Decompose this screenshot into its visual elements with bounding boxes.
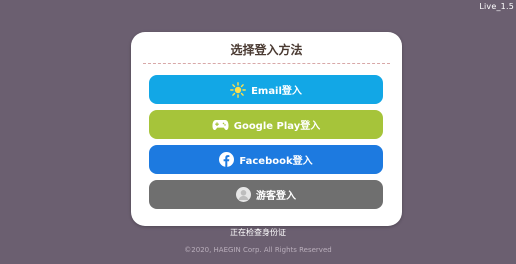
email-login-label: Email登入	[251, 86, 302, 97]
guest-login-label: 游客登入	[256, 191, 296, 202]
status-text: 正在检查身份证	[230, 228, 286, 237]
copyright-text: ©2020, HAEGIN Corp. All Rights Reserved	[184, 246, 332, 254]
dialog-title: 选择登入方法	[230, 43, 303, 57]
version-label: Live_1.5	[479, 2, 514, 11]
email-login-button[interactable]: Email登入	[149, 75, 383, 104]
facebook-login-button[interactable]: Facebook登入	[149, 145, 383, 174]
facebook-icon	[219, 152, 235, 167]
guest-avatar-icon	[236, 187, 251, 202]
guest-login-button[interactable]: 游客登入	[149, 180, 383, 209]
login-method-dialog: 选择登入方法 Email登入 Google Play登入 Facebook登入 …	[131, 32, 402, 226]
google-play-login-label: Google Play登入	[233, 121, 321, 132]
facebook-login-label: Facebook登入	[239, 156, 313, 167]
sun-icon	[230, 81, 246, 98]
dashed-divider	[143, 63, 390, 64]
gamepad-icon	[212, 119, 229, 131]
google-play-login-button[interactable]: Google Play登入	[149, 110, 383, 139]
